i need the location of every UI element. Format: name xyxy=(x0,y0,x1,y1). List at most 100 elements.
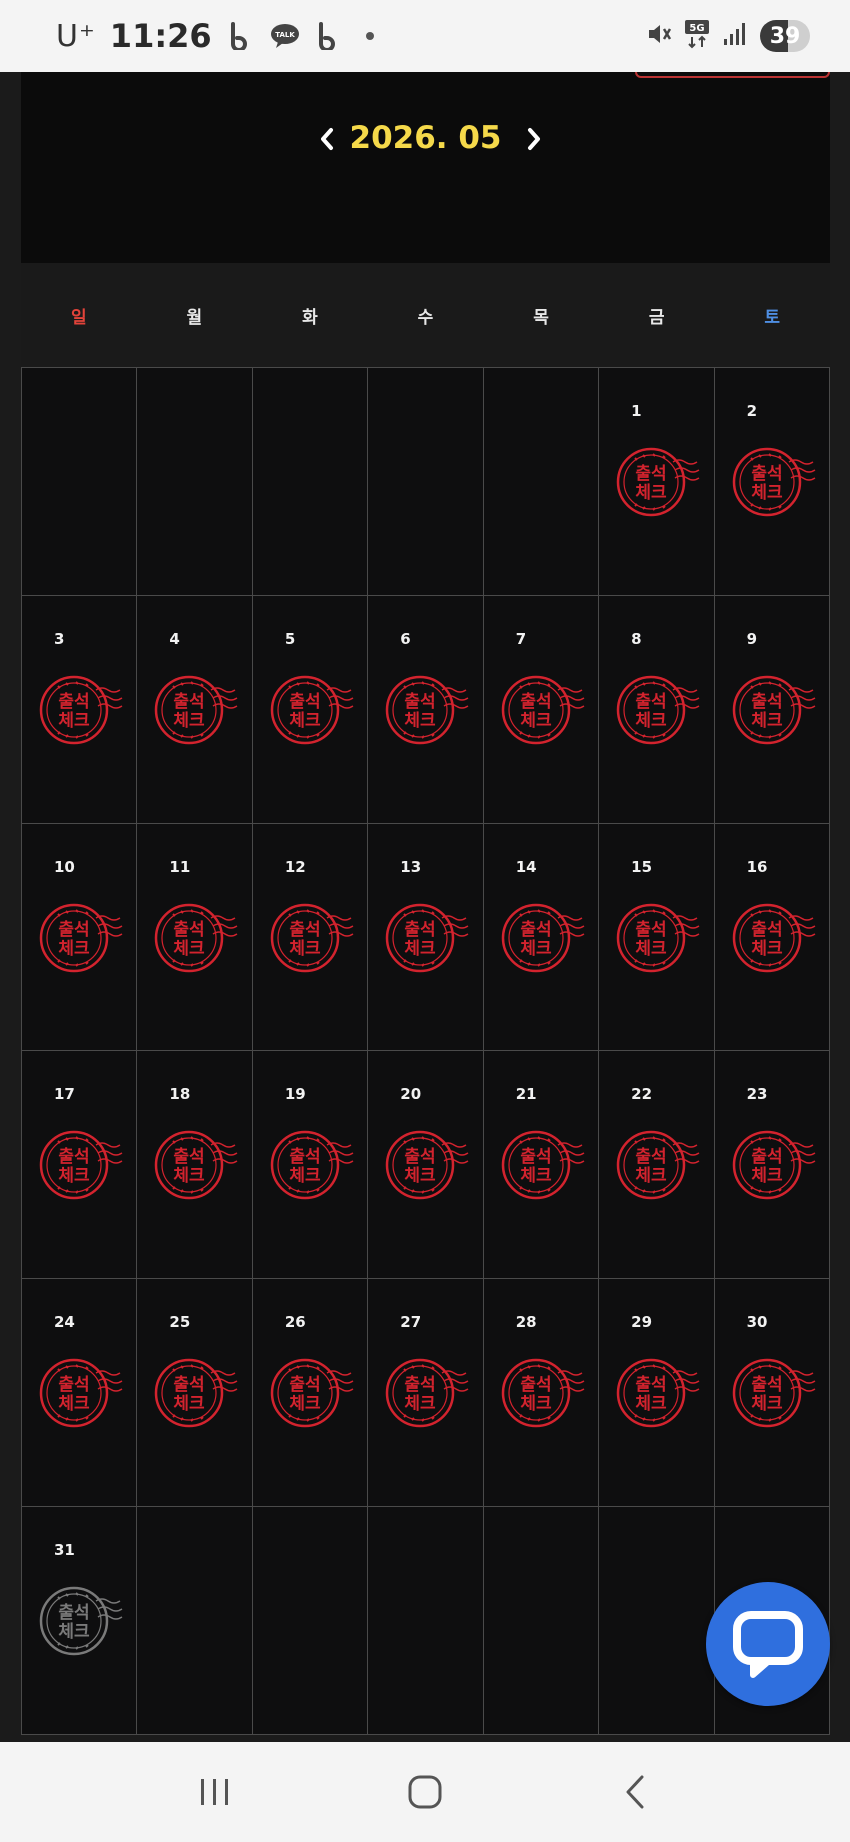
day-cell[interactable]: 24 출석 체크 xyxy=(22,1279,138,1508)
day-cell[interactable]: 22 출석 체크 xyxy=(599,1051,715,1280)
day-cell[interactable]: 30 출석 체크 xyxy=(714,1279,830,1508)
stamp-text-line2: 체크 xyxy=(751,1166,783,1186)
day-cell[interactable]: 14 출석 체크 xyxy=(483,823,600,1052)
stamp-text-line2: 체크 xyxy=(520,1394,552,1414)
attendance-stamp-icon: 출석 체크 xyxy=(382,1127,472,1203)
stamp-text-line2: 체크 xyxy=(174,939,206,959)
day-number: 15 xyxy=(631,857,653,876)
chevron-right-icon xyxy=(528,128,540,150)
stamp-text-line1: 출석 xyxy=(405,692,436,712)
day-cell[interactable]: 27 출석 체크 xyxy=(368,1279,484,1508)
attendance-stamp-icon: 출석 체크 xyxy=(382,672,472,748)
day-cell[interactable]: 3 출석 체크 xyxy=(22,595,138,824)
day-cell[interactable]: 31 출석 체크 xyxy=(22,1507,138,1735)
day-number: 14 xyxy=(515,857,537,876)
stamp-text-line2: 체크 xyxy=(405,939,437,959)
day-cell[interactable]: 19 출석 체크 xyxy=(252,1051,369,1280)
stamp-text-line2: 체크 xyxy=(58,939,90,959)
stamp-text-line1: 출석 xyxy=(289,692,320,712)
day-cell[interactable]: 13 출석 체크 xyxy=(368,823,484,1052)
stamp-text-line1: 출석 xyxy=(58,1147,89,1167)
stamp-text-line1: 출석 xyxy=(751,1147,782,1167)
band-app-icon xyxy=(314,21,344,51)
empty-day-cell xyxy=(483,368,600,596)
5g-icon: 5G xyxy=(684,19,710,53)
recent-apps-button[interactable] xyxy=(185,1762,245,1822)
stamp-text-line2: 체크 xyxy=(405,1166,437,1186)
next-month-button[interactable] xyxy=(519,124,549,154)
weekday-wed: 수 xyxy=(417,307,434,328)
day-cell[interactable]: 5 출석 체크 xyxy=(252,595,369,824)
day-cell[interactable]: 10 출석 체크 xyxy=(22,823,138,1052)
day-cell[interactable]: 21 출석 체크 xyxy=(483,1051,600,1280)
header-button-edge xyxy=(635,72,830,78)
day-cell[interactable]: 9 출석 체크 xyxy=(714,595,830,824)
stamp-text-line2: 체크 xyxy=(289,1166,321,1186)
attendance-stamp-pending-icon: 출석 체크 xyxy=(36,1583,126,1659)
weekday-fri: 금 xyxy=(648,307,665,328)
attendance-stamp-icon: 출석 체크 xyxy=(498,1355,588,1431)
stamp-text-line2: 체크 xyxy=(751,939,783,959)
day-cell[interactable]: 2 출석 체크 xyxy=(714,368,830,596)
day-cell[interactable]: 15 출석 체크 xyxy=(599,823,715,1052)
day-number: 6 xyxy=(400,629,411,648)
day-cell[interactable]: 7 출석 체크 xyxy=(483,595,600,824)
day-cell[interactable]: 29 출석 체크 xyxy=(599,1279,715,1508)
notification-dot xyxy=(365,32,374,40)
day-number: 25 xyxy=(169,1313,191,1332)
day-cell[interactable]: 28 출석 체크 xyxy=(483,1279,600,1508)
attendance-stamp-icon: 출석 체크 xyxy=(382,900,472,976)
signal-icon xyxy=(722,21,748,51)
stamp-text-line1: 출석 xyxy=(520,920,551,940)
stamp-text-line2: 체크 xyxy=(405,1394,437,1414)
day-cell[interactable]: 11 출석 체크 xyxy=(137,823,253,1052)
stamp-text-line1: 출석 xyxy=(405,1375,436,1395)
day-cell[interactable]: 26 출석 체크 xyxy=(252,1279,369,1508)
day-cell[interactable]: 25 출석 체크 xyxy=(137,1279,253,1508)
empty-day-cell xyxy=(137,368,253,596)
attendance-stamp-icon: 출석 체크 xyxy=(613,444,703,520)
day-cell[interactable]: 6 출석 체크 xyxy=(368,595,484,824)
attendance-stamp-icon: 출석 체크 xyxy=(729,1127,819,1203)
day-cell[interactable]: 4 출석 체크 xyxy=(137,595,253,824)
battery-icon: 39 xyxy=(760,20,810,52)
stamp-text-line1: 출석 xyxy=(58,692,89,712)
attendance-stamp-icon: 출석 체크 xyxy=(729,900,819,976)
back-button[interactable] xyxy=(605,1762,665,1822)
day-cell[interactable]: 1 출석 체크 xyxy=(599,368,715,596)
day-cell[interactable]: 23 출석 체크 xyxy=(714,1051,830,1280)
day-cell[interactable]: 18 출석 체크 xyxy=(137,1051,253,1280)
weekday-sat: 토 xyxy=(764,307,781,328)
day-number: 2 xyxy=(746,402,757,420)
attendance-stamp-icon: 출석 체크 xyxy=(151,672,241,748)
stamp-text-line2: 체크 xyxy=(520,711,552,731)
stamp-text-line1: 출석 xyxy=(289,1147,320,1167)
attendance-stamp-icon: 출석 체크 xyxy=(151,1355,241,1431)
stamp-text-line2: 체크 xyxy=(751,1394,783,1414)
home-button[interactable] xyxy=(395,1762,455,1822)
day-cell[interactable]: 8 출석 체크 xyxy=(599,595,715,824)
day-cell[interactable]: 12 출석 체크 xyxy=(252,823,369,1052)
empty-day-cell xyxy=(368,1507,484,1735)
attendance-stamp-icon: 출석 체크 xyxy=(267,1355,357,1431)
day-number: 21 xyxy=(515,1085,537,1104)
day-number: 5 xyxy=(284,629,296,648)
calendar-header: 2026. 05 xyxy=(21,72,830,263)
stamp-text-line1: 출석 xyxy=(174,1375,205,1395)
stamp-text-line2: 체크 xyxy=(58,1622,90,1642)
attendance-stamp-icon: 출석 체크 xyxy=(498,1127,588,1203)
chat-button[interactable] xyxy=(706,1582,830,1706)
attendance-stamp-icon: 출석 체크 xyxy=(36,1355,126,1431)
day-number: 29 xyxy=(631,1313,653,1332)
day-number: 12 xyxy=(284,857,306,876)
day-number: 22 xyxy=(631,1085,653,1104)
day-cell[interactable]: 16 출석 체크 xyxy=(714,823,830,1052)
day-cell[interactable]: 20 출석 체크 xyxy=(368,1051,484,1280)
weekday-row: 일 월 화 수 목 금 토 xyxy=(21,263,830,367)
stamp-text-line2: 체크 xyxy=(751,483,783,503)
day-cell[interactable]: 17 출석 체크 xyxy=(22,1051,138,1280)
stamp-text-line1: 출석 xyxy=(636,692,667,712)
system-nav-bar xyxy=(0,1742,850,1842)
stamp-text-line2: 체크 xyxy=(636,1166,668,1186)
empty-day-cell xyxy=(599,1507,715,1735)
